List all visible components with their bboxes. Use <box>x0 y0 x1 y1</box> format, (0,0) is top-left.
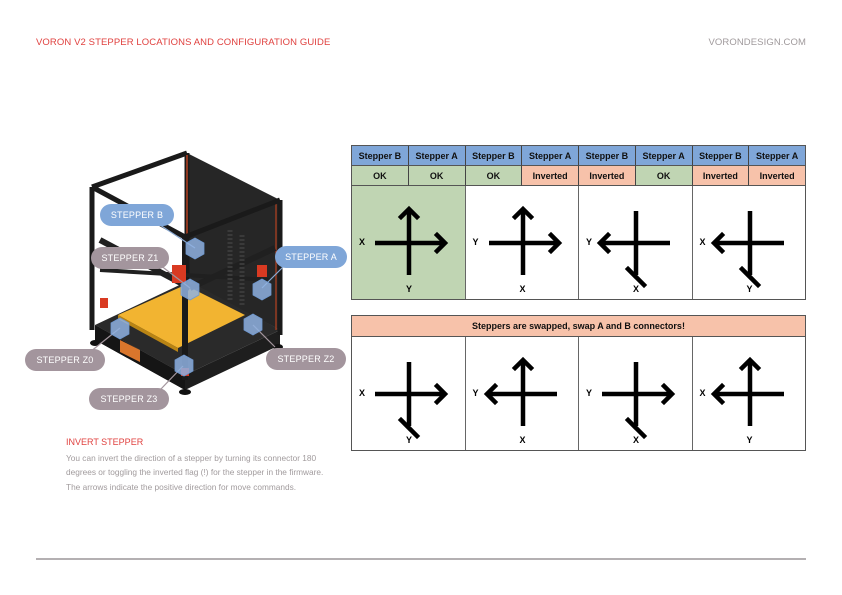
vertical-axis-label: Y <box>406 284 413 294</box>
vertical-axis-label: X <box>633 435 640 445</box>
motor-marker-a <box>252 278 272 301</box>
stepper-header-row: Stepper B Stepper A Stepper B Stepper A … <box>352 146 805 166</box>
swapped-steppers-table: Steppers are swapped, swap A and B conne… <box>351 315 806 451</box>
status-cell: Inverted <box>579 166 636 186</box>
vertical-axis-label: Y <box>746 284 753 294</box>
direction-diagram: YX <box>465 337 579 450</box>
callout-stepper-z2: STEPPER Z2 <box>266 348 346 370</box>
motor-marker-z1 <box>180 278 200 301</box>
direction-diagram: XY <box>692 337 805 450</box>
direction-diagram: XY <box>352 186 466 299</box>
voron-printer-render <box>89 150 286 395</box>
header-stepper-b: Stepper B <box>465 146 523 166</box>
axis-arrows-icon <box>488 205 562 275</box>
axis-arrows-icon <box>602 362 676 440</box>
direction-diagram: YX <box>579 186 693 299</box>
header-stepper-b: Stepper B <box>352 146 409 166</box>
direction-diagram: XY <box>352 337 466 450</box>
motor-marker-z0 <box>110 317 130 340</box>
footer-divider <box>36 558 806 560</box>
axis-arrows-icon <box>375 205 449 275</box>
vertical-axis-label: Y <box>406 435 413 445</box>
status-cell: Inverted <box>522 166 579 186</box>
direction-diagram: XY <box>692 186 805 299</box>
callout-stepper-b: STEPPER B <box>100 204 174 226</box>
direction-diagram: YX <box>465 186 579 299</box>
axis-arrows-icon <box>710 211 784 289</box>
invert-stepper-description: You can invert the direction of a steppe… <box>66 453 324 492</box>
header-stepper-a: Stepper A <box>749 146 805 166</box>
header-stepper-a: Stepper A <box>522 146 579 166</box>
swapped-diagram-row: XY YX YX XY <box>352 337 805 450</box>
document-title: VORON V2 STEPPER LOCATIONS AND CONFIGURA… <box>36 37 331 48</box>
status-cell: Inverted <box>749 166 805 186</box>
vertical-axis-label: X <box>519 284 526 294</box>
header-stepper-b: Stepper B <box>579 146 636 166</box>
status-cell: Inverted <box>692 166 750 186</box>
status-cell: OK <box>352 166 409 186</box>
vertical-axis-label: Y <box>746 435 753 445</box>
status-cell: OK <box>465 166 523 186</box>
motor-marker-z3 <box>174 354 194 377</box>
header-stepper-b: Stepper B <box>692 146 750 166</box>
header-stepper-a: Stepper A <box>635 146 693 166</box>
printer-illustration: STEPPER B STEPPER Z1 STEPPER A STEPPER Z… <box>0 140 350 420</box>
direction-diagram: YX <box>579 337 693 450</box>
status-cell: OK <box>408 166 466 186</box>
horizontal-axis-label: X <box>699 237 706 247</box>
axis-arrows-icon <box>375 362 449 440</box>
vertical-axis-label: X <box>633 284 640 294</box>
axis-arrows-icon <box>596 211 670 289</box>
invert-stepper-heading: INVERT STEPPER <box>66 437 144 447</box>
website-link[interactable]: VORONDESIGN.COM <box>708 37 806 48</box>
horizontal-axis-label: Y <box>472 388 479 398</box>
callout-stepper-z0: STEPPER Z0 <box>25 349 105 371</box>
stepper-configuration-table: Stepper B Stepper A Stepper B Stepper A … <box>351 145 806 300</box>
horizontal-axis-label: X <box>699 388 706 398</box>
callout-stepper-z3: STEPPER Z3 <box>89 388 169 410</box>
axis-arrows-icon <box>483 356 557 426</box>
horizontal-axis-label: X <box>359 237 366 247</box>
horizontal-axis-label: Y <box>586 237 593 247</box>
callout-stepper-z1: STEPPER Z1 <box>91 247 169 269</box>
vertical-axis-label: X <box>519 435 526 445</box>
horizontal-axis-label: Y <box>586 388 593 398</box>
motor-marker-z2 <box>243 313 263 336</box>
axis-arrows-icon <box>710 356 784 426</box>
horizontal-axis-label: Y <box>472 237 479 247</box>
status-row: OK OK OK Inverted Inverted OK Inverted I… <box>352 166 805 186</box>
callout-stepper-a: STEPPER A <box>275 246 347 268</box>
motor-marker-b <box>185 237 205 260</box>
horizontal-axis-label: X <box>359 388 366 398</box>
header-stepper-a: Stepper A <box>408 146 466 166</box>
status-cell: OK <box>635 166 693 186</box>
swapped-warning-banner: Steppers are swapped, swap A and B conne… <box>352 316 805 337</box>
direction-diagram-row: XY YX YX XY <box>352 186 805 299</box>
